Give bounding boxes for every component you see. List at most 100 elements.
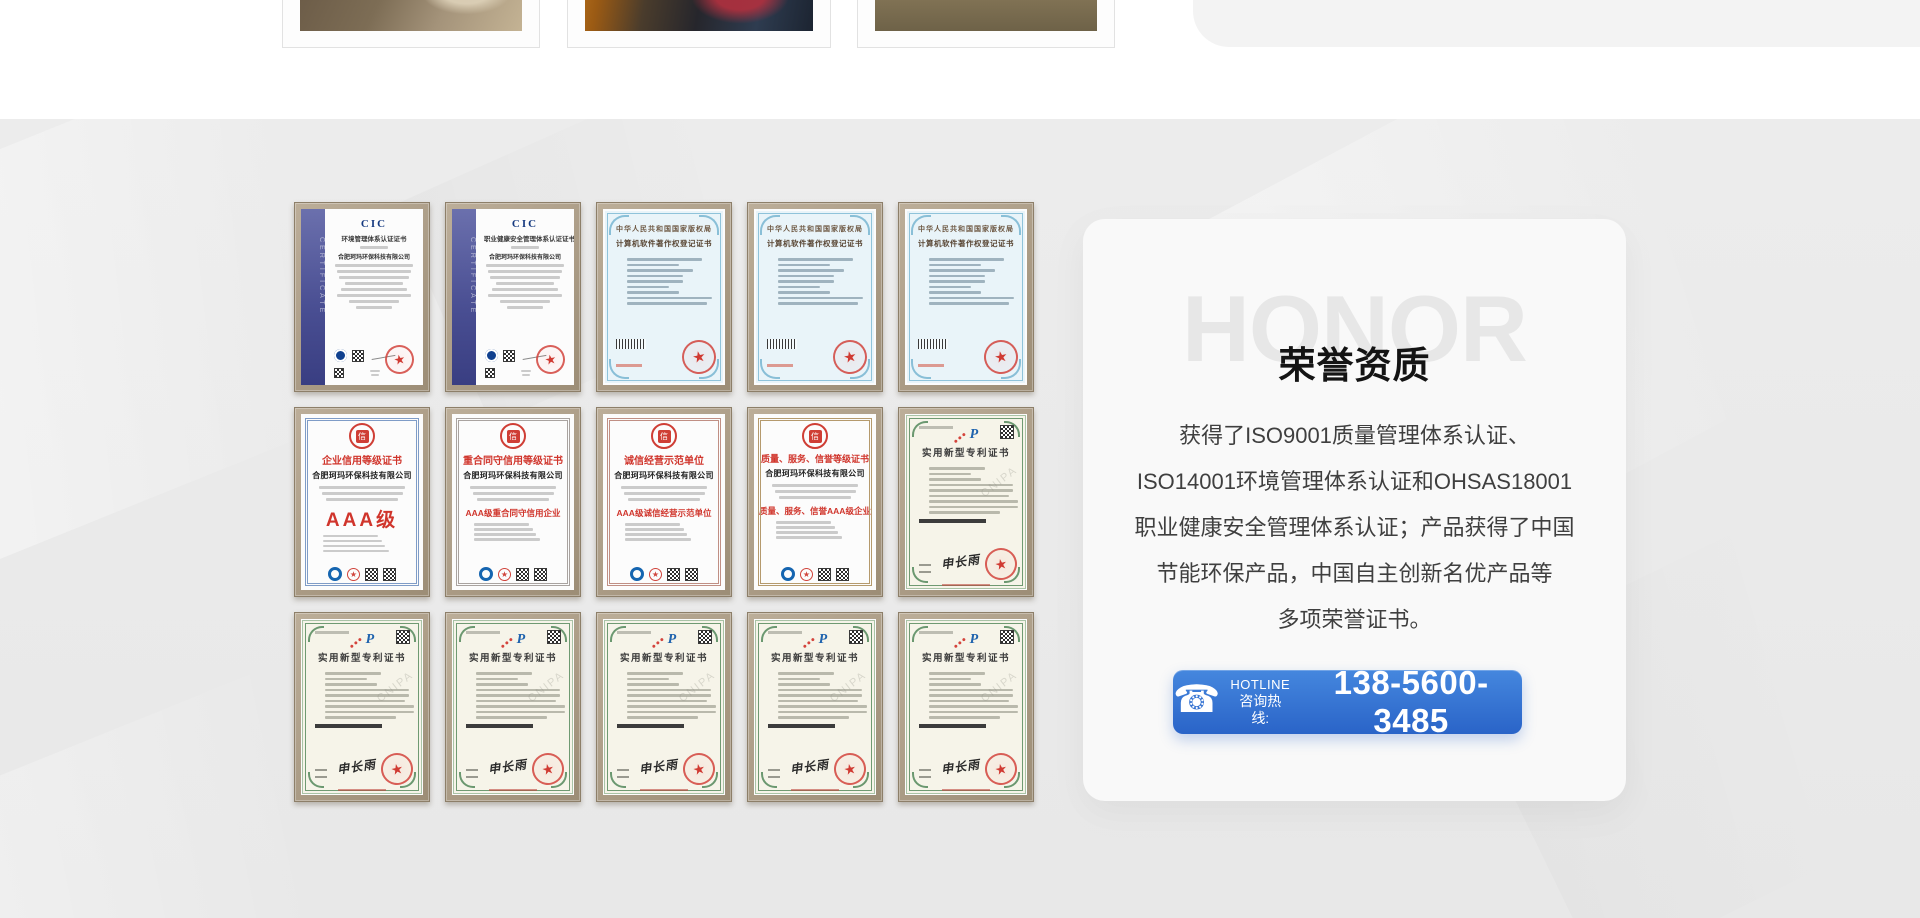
text-line: [778, 291, 830, 294]
certificate-card[interactable]: 中华人民共和国国家版权局 计算机软件著作权登记证书: [596, 202, 732, 392]
text-line: [778, 264, 830, 267]
signer-label-line: [315, 769, 327, 772]
certificate-card[interactable]: ●●●P 实用新型专利证书 CNIPA 申长雨: [445, 612, 581, 802]
signer-label-line: [617, 776, 629, 779]
certificate-card[interactable]: ●●●P 实用新型专利证书 CNIPA 申长雨: [898, 407, 1034, 597]
certificate-card[interactable]: ●●●P 实用新型专利证书 CNIPA 申长雨: [294, 612, 430, 802]
cert-number-line: [767, 364, 793, 367]
certificate-card[interactable]: ●●●P 实用新型专利证书 CNIPA 申长雨: [596, 612, 732, 802]
qr-code-icon: [836, 568, 849, 581]
text-line: [929, 264, 981, 267]
red-seal-icon: [680, 750, 718, 788]
text-line: [507, 306, 544, 309]
signer-label-line: [919, 571, 931, 574]
project-photo-card[interactable]: [567, 0, 831, 48]
cert-number-line: [466, 631, 500, 634]
text-line: [929, 297, 1014, 300]
signer-label-line: [919, 769, 931, 772]
cic-logo: CIC: [333, 218, 415, 230]
cert-number-line: [616, 364, 642, 367]
footer-line: [338, 789, 387, 791]
signer-label-line: [466, 776, 478, 779]
corner-flourish-icon: [609, 215, 629, 235]
certificate-card[interactable]: ●●●P 实用新型专利证书 CNIPA 申长雨: [747, 612, 883, 802]
qr-code-icon: [516, 568, 529, 581]
text-line: [627, 280, 683, 283]
honor-description: 获得了ISO9001质量管理体系认证、ISO14001环境管理体系认证和OHSA…: [1123, 413, 1586, 643]
text-line: [778, 297, 863, 300]
corner-flourish-icon: [609, 359, 629, 379]
certificates-grid: CERTIFICATE CIC 环境管理体系认证证书 合肥珂玛环保科技有限公司 …: [294, 202, 1034, 802]
cert-title: 环境管理体系认证证书: [333, 233, 415, 243]
corner-flourish-icon: [850, 215, 870, 235]
text-line: [488, 270, 562, 273]
certification-logo-icon: [479, 567, 493, 581]
certificate-card[interactable]: 中华人民共和国国家版权局 计算机软件著作权登记证书: [747, 202, 883, 392]
certificate-card[interactable]: 信 质量、服务、信誉等级证书 合肥珂玛环保科技有限公司 质量、服务、信誉AAA级…: [747, 407, 883, 597]
star-medal-icon: ★: [800, 568, 813, 581]
signature: 申长雨: [336, 755, 377, 777]
text-line: [627, 275, 683, 278]
text-line: [627, 297, 712, 300]
signer-label-line: [768, 776, 780, 779]
text-line: [627, 264, 679, 267]
text-line: [486, 264, 564, 267]
text-line: [339, 276, 409, 279]
cert-border: [607, 418, 721, 586]
certification-logo-icon: [781, 567, 795, 581]
qr-code-icon: [485, 368, 495, 378]
text-line: [356, 306, 393, 309]
footer-line: [791, 789, 840, 791]
text-line: [929, 286, 971, 289]
certificate-card[interactable]: 信 重合同守信用等级证书 合肥珂玛环保科技有限公司 AAA级重合同守信用企业 ★: [445, 407, 581, 597]
corner-flourish-icon: [760, 359, 780, 379]
band-label: CERTIFICATE: [301, 233, 325, 315]
signature: 申长雨: [940, 550, 981, 572]
signature: 申长雨: [638, 755, 679, 777]
certificate-card[interactable]: 信 企业信用等级证书 合肥珂玛环保科技有限公司 AAA级 ★: [294, 407, 430, 597]
honor-card: HONOR 荣誉资质 获得了ISO9001质量管理体系认证、ISO14001环境…: [1083, 219, 1626, 801]
cert-title: 计算机软件著作权登记证书: [754, 238, 876, 249]
qr-code-icon: [334, 368, 344, 378]
certificate-side-band: CERTIFICATE: [452, 209, 476, 385]
footer-line: [489, 789, 538, 791]
cert-company: 合肥珂玛环保科技有限公司: [484, 252, 566, 261]
certificate-card[interactable]: CERTIFICATE CIC 环境管理体系认证证书 合肥珂玛环保科技有限公司: [294, 202, 430, 392]
text-line: [500, 300, 549, 303]
text-line: [337, 294, 411, 297]
text-line: [778, 302, 858, 305]
cert-border: [456, 418, 570, 586]
red-seal-icon: [831, 750, 869, 788]
cert-border: [305, 418, 419, 586]
certificate-card[interactable]: 信 诚信经营示范单位 合肥珂玛环保科技有限公司 AAA级诚信经营示范单位 ★: [596, 407, 732, 597]
project-photo-card[interactable]: [282, 0, 540, 48]
text-line: [929, 275, 985, 278]
certificate-card[interactable]: CERTIFICATE CIC 职业健康安全管理体系认证证书 合肥珂玛环保科技有…: [445, 202, 581, 392]
corner-flourish-icon: [911, 215, 931, 235]
cert-border: [758, 418, 872, 586]
qr-code-icon: [698, 630, 712, 644]
cert-number-line: [315, 631, 349, 634]
qr-code-icon: [1000, 630, 1014, 644]
text-line: [496, 282, 553, 285]
hotline-labels: HOTLINE 咨询热线:: [1230, 677, 1290, 726]
text-line: [335, 264, 413, 267]
cic-logo: CIC: [484, 218, 566, 230]
hotline-label-en: HOTLINE: [1230, 677, 1290, 693]
certification-logo-icon: [328, 567, 342, 581]
text-line: [929, 302, 1009, 305]
certificate-card[interactable]: 中华人民共和国国家版权局 计算机软件著作权登记证书: [898, 202, 1034, 392]
text-line: [627, 302, 707, 305]
project-photo-card[interactable]: [857, 0, 1115, 48]
qr-code-icon: [503, 350, 515, 362]
red-seal-icon: [378, 750, 416, 788]
text-line: [929, 291, 981, 294]
text-line: [627, 291, 679, 294]
signature: 申长雨: [789, 755, 830, 777]
hotline-button[interactable]: ☎ HOTLINE 咨询热线: 138-5600-3485: [1173, 670, 1522, 734]
signer-label-line: [617, 769, 629, 772]
qr-code-icon: [383, 568, 396, 581]
excavation-trench-photo: [300, 0, 522, 31]
certificate-card[interactable]: ●●●P 实用新型专利证书 CNIPA 申长雨: [898, 612, 1034, 802]
barcode-icon: [918, 339, 948, 349]
